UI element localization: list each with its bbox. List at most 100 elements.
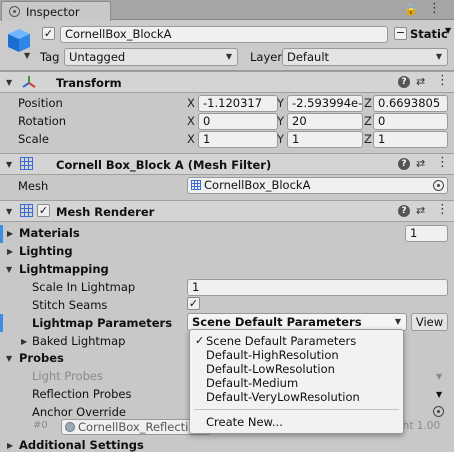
rotation-y-input[interactable]: 20 [287,113,363,130]
rotation-z-input[interactable]: 0 [373,113,448,130]
scale-x-input[interactable]: 1 [198,131,278,148]
foldout-arrow-icon[interactable]: ▼ [6,78,12,87]
position-z-label[interactable]: Z [364,96,372,110]
foldout-arrow-icon[interactable]: ▼ [6,265,12,274]
position-x-label[interactable]: X [187,96,195,110]
static-dropdown-icon[interactable]: ▼ [445,26,451,35]
position-z-input[interactable]: 0.6693805 [373,95,448,112]
inspector-window: Inspector 🔒 ⋮ ▼ ✓ CornellBox_BlockA − St… [0,0,454,452]
object-picker-icon[interactable] [433,180,444,191]
foldout-arrow-icon[interactable]: ▶ [7,441,13,450]
presets-icon[interactable]: ⇄ [416,157,425,170]
probes-foldout[interactable]: Probes [19,351,64,365]
static-checkbox[interactable]: − [394,27,407,40]
tab-strip: Inspector 🔒 ⋮ [0,0,454,21]
lightmapping-foldout[interactable]: Lightmapping [19,262,109,276]
anchor-override-label: Anchor Override [32,405,126,419]
chevron-down-icon: ▼ [435,52,442,61]
position-y-input[interactable]: -2.593994e-0 [287,95,363,112]
foldout-arrow-icon[interactable]: ▼ [6,207,12,216]
presets-icon[interactable]: ⇄ [416,204,425,217]
presets-icon[interactable]: ⇄ [416,75,425,88]
scale-y-input[interactable]: 1 [287,131,363,148]
rotation-z-label[interactable]: Z [364,114,372,128]
layer-value: Default [287,50,330,64]
scale-in-lightmap-label: Scale In Lightmap [32,280,136,294]
menu-item-low-resolution[interactable]: Default-LowResolution [206,362,335,376]
component-menu-icon[interactable]: ⋮ [436,73,449,88]
reflection-probe-icon [65,422,75,432]
mesh-filter-header[interactable]: ▼ Cornell Box_Block A (Mesh Filter) ? ⇄ … [0,153,454,175]
scale-x-label[interactable]: X [187,132,195,146]
rotation-x-label[interactable]: X [187,114,195,128]
help-icon[interactable]: ? [398,205,410,217]
static-label: Static [410,27,448,41]
rotation-label: Rotation [18,114,67,128]
position-y-label[interactable]: Y [277,96,284,110]
modified-indicator [0,225,3,243]
lock-icon[interactable]: 🔒 [404,3,418,16]
foldout-arrow-icon[interactable]: ▼ [6,354,12,363]
chevron-down-icon: ▼ [225,52,232,61]
chevron-down-icon: ▼ [394,317,401,326]
lightmap-parameters-value: Scene Default Parameters [192,315,362,329]
mesh-object-field[interactable]: CornellBox_BlockA [187,177,448,194]
rotation-x-input[interactable]: 0 [198,113,278,130]
light-probes-label: Light Probes [32,369,103,383]
gameobject-cube-icon[interactable] [6,27,32,53]
tab-inspector[interactable]: Inspector [1,1,111,21]
lightmap-parameters-label: Lightmap Parameters [32,316,173,330]
help-icon[interactable]: ? [398,76,410,88]
active-checkbox[interactable]: ✓ [42,27,55,40]
scale-label: Scale [18,132,49,146]
mesh-renderer-header[interactable]: ▼ ✓ Mesh Renderer ? ⇄ ⋮ [0,200,454,222]
transform-header[interactable]: ▼ Transform ? ⇄ ⋮ [0,71,454,93]
layer-dropdown[interactable]: Default ▼ [282,48,448,66]
baked-lightmap-foldout[interactable]: Baked Lightmap [32,334,125,348]
menu-item-scene-default[interactable]: Scene Default Parameters [206,334,356,348]
additional-settings-foldout[interactable]: Additional Settings [19,438,144,452]
lighting-foldout[interactable]: Lighting [19,244,73,258]
materials-foldout[interactable]: Materials [19,226,80,240]
rotation-y-label[interactable]: Y [277,114,284,128]
menu-item-medium[interactable]: Default-Medium [206,376,298,390]
icon-dropdown-icon[interactable]: ▼ [24,51,30,60]
more-menu-icon[interactable]: ⋮ [428,1,441,17]
component-menu-icon[interactable]: ⋮ [436,155,449,170]
mesh-label: Mesh [18,179,49,193]
menu-item-create-new[interactable]: Create New... [206,415,283,429]
scale-y-label[interactable]: Y [277,132,284,146]
position-x-input[interactable]: -1.120317 [198,95,278,112]
tab-label: Inspector [26,5,80,19]
menu-item-very-low-resolution[interactable]: Default-VeryLowResolution [206,390,360,404]
view-button[interactable]: View [411,313,448,331]
checkmark-icon: ✓ [195,334,205,347]
mesh-filter-title: Cornell Box_Block A (Mesh Filter) [56,158,272,172]
renderer-enabled-checkbox[interactable]: ✓ [37,204,50,217]
object-name-input[interactable]: CornellBox_BlockA [60,26,388,43]
tag-dropdown[interactable]: Untagged ▼ [64,48,238,66]
tag-value: Untagged [69,50,126,64]
tag-label: Tag [40,50,60,64]
mesh-grid-icon [191,180,201,190]
scale-z-label[interactable]: Z [364,132,372,146]
reflection-probe-name: CornellBox_Reflection [78,420,203,434]
modified-indicator [0,314,3,332]
scale-in-lightmap-input[interactable]: 1 [187,279,448,296]
foldout-arrow-icon[interactable]: ▶ [21,337,27,346]
transform-icon [22,76,36,88]
scale-z-input[interactable]: 1 [373,131,448,148]
help-icon[interactable]: ? [398,158,410,170]
mesh-renderer-icon [20,204,33,217]
foldout-arrow-icon[interactable]: ▶ [7,247,13,256]
component-menu-icon[interactable]: ⋮ [436,202,449,217]
object-picker-icon[interactable] [433,406,444,417]
stitch-seams-checkbox[interactable]: ✓ [187,297,200,310]
mesh-renderer-title: Mesh Renderer [56,205,155,219]
chevron-down-icon[interactable]: ▼ [436,390,442,399]
menu-item-high-resolution[interactable]: Default-HighResolution [206,348,339,362]
foldout-arrow-icon[interactable]: ▶ [7,229,13,238]
foldout-arrow-icon[interactable]: ▼ [6,160,12,169]
materials-size-input[interactable]: 1 [405,225,448,242]
stitch-seams-label: Stitch Seams [32,298,108,312]
